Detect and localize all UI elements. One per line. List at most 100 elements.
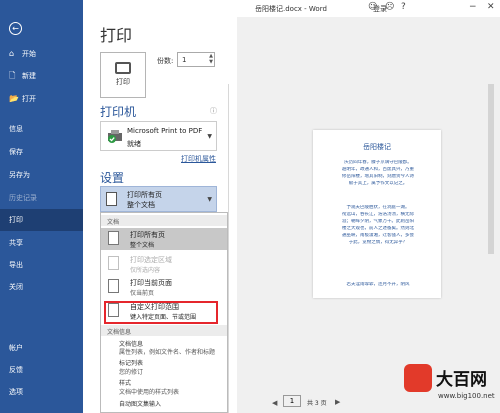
home-icon: ⌂ xyxy=(9,49,15,58)
copies-value: 1 xyxy=(182,56,187,64)
range-selected-label: 打印所有页 xyxy=(127,191,162,199)
spinner-arrows-icon[interactable]: ▲ ▼ xyxy=(209,53,213,65)
sidebar-item-label: 历史记录 xyxy=(9,194,37,202)
back-arrow-icon[interactable]: ← xyxy=(9,22,22,35)
copies-label: 份数: xyxy=(157,57,174,65)
sidebar-item-label: 信息 xyxy=(9,125,23,133)
smile-icon[interactable]: ☺ xyxy=(368,2,377,12)
menu-item-styles[interactable]: 样式 xyxy=(119,378,131,387)
help-icon[interactable]: ? xyxy=(401,2,406,12)
page-number-input[interactable]: 1 xyxy=(283,395,301,407)
preview-text-line: 修岳阳楼，增其旧制，刻唐贤今人诗 xyxy=(342,174,414,179)
chevron-down-icon: ▼ xyxy=(207,196,212,203)
sidebar-item-info[interactable]: 信息 xyxy=(0,118,83,140)
sidebar-item-label: 导出 xyxy=(9,261,23,269)
range-selected-description: 整个文档 xyxy=(127,201,155,209)
sidebar-item-label: 选项 xyxy=(9,388,23,396)
selection-icon xyxy=(108,256,119,270)
backstage-sidebar: ← ⌂ 开始 🗋 新建 📂 打开 信息 保存 另存为 历史记录 打印 共享 导出… xyxy=(0,0,83,413)
sidebar-item-export[interactable]: 导出 xyxy=(0,254,83,276)
title-bar: 岳阳楼记.docx - Word 登录 ☺ ☹ ? − ✕ xyxy=(83,0,500,17)
preview-text-line: 通巫峡，南极潇湘，迁客骚人，多会 xyxy=(342,233,414,238)
print-button-label: 打印 xyxy=(116,78,130,86)
page-title: 打印 xyxy=(100,26,133,45)
menu-item-label: 打印所有页 xyxy=(130,231,165,239)
preview-text-line: 若夫淫雨霏霏，连月不开，阴风 xyxy=(346,282,410,287)
menu-item-markup-list[interactable]: 标记列表 xyxy=(119,358,143,367)
sidebar-item-feedback[interactable]: 反馈 xyxy=(0,359,83,381)
sidebar-item-label: 关闭 xyxy=(9,283,23,291)
menu-item-description: 属性列表，例如文件名、作者和标题 xyxy=(119,349,216,356)
preview-text-line: 于此，览物之情，得无异乎？ xyxy=(348,240,408,245)
close-icon[interactable]: ✕ xyxy=(487,2,495,12)
print-range-dropdown[interactable]: 打印所有页 整个文档 ▼ xyxy=(100,186,217,212)
printer-name: Microsoft Print to PDF xyxy=(127,127,203,135)
frown-icon[interactable]: ☹ xyxy=(385,2,394,12)
sidebar-item-save[interactable]: 保存 xyxy=(0,141,83,163)
sidebar-item-save-as[interactable]: 另存为 xyxy=(0,164,83,186)
chevron-down-icon: ▼ xyxy=(207,133,212,140)
watermark-title: 大百网 xyxy=(436,370,487,390)
sidebar-item-share[interactable]: 共享 xyxy=(0,232,83,254)
menu-item-description: 您的修订 xyxy=(119,369,144,376)
sidebar-item-options[interactable]: 选项 xyxy=(0,381,83,403)
settings-heading: 设置 xyxy=(100,171,125,185)
preview-text-line: 楼之大观也，前人之述备矣。然则北 xyxy=(342,226,414,231)
preview-text-line: 衔远山，吞长江，浩浩汤汤，横无际 xyxy=(342,212,414,217)
watermark-logo-icon xyxy=(404,364,432,392)
preview-text-line: 涯；朝晖夕阴，气象万千。此则岳阳 xyxy=(342,219,414,224)
printer-dropdown[interactable]: Microsoft Print to PDF 就绪 ▼ xyxy=(100,121,217,151)
printer-heading: 打印机 xyxy=(100,105,137,119)
sidebar-item-label: 另存为 xyxy=(9,171,30,179)
menu-item-description: 仅所选内容 xyxy=(130,267,161,274)
preview-page-title: 岳阳楼记 xyxy=(363,143,391,151)
sidebar-item-new[interactable]: 🗋 新建 xyxy=(0,65,83,87)
menu-item-label: 打印选定区域 xyxy=(130,256,172,264)
sidebar-item-history[interactable]: 历史记录 xyxy=(0,187,83,209)
next-page-icon[interactable]: ▶ xyxy=(335,398,340,406)
printer-status: 就绪 xyxy=(127,140,141,148)
sidebar-item-label: 保存 xyxy=(9,148,23,156)
menu-item-print-current-page[interactable]: 打印当前页面 仅当前页 xyxy=(101,276,227,298)
sidebar-item-account[interactable]: 帐户 xyxy=(0,337,83,359)
preview-page: 岳阳楼记 庆历四年春，滕子京谪守巴陵郡。 越明年，政通人和，百废具兴，乃重 修岳… xyxy=(313,130,441,298)
sidebar-item-open[interactable]: 📂 打开 xyxy=(0,88,83,110)
divider xyxy=(228,84,229,413)
preview-text-line: 赋于其上，属予作文以记之。 xyxy=(348,181,408,186)
menu-item-autotext[interactable]: 自动图文集输入 xyxy=(119,399,161,408)
previous-page-icon[interactable]: ◀ xyxy=(272,399,277,407)
menu-item-description: 整个文档 xyxy=(130,242,155,249)
document-pages-icon xyxy=(106,192,117,206)
watermark: 大百网 www.big100.net xyxy=(402,362,500,413)
menu-item-description: 文档中使用的样式列表 xyxy=(119,389,180,396)
menu-item-print-selection[interactable]: 打印选定区域 仅所选内容 xyxy=(101,253,227,275)
folder-open-icon: 📂 xyxy=(9,94,19,103)
window-title: 岳阳楼记.docx - Word xyxy=(255,5,327,13)
highlight-box xyxy=(104,301,218,324)
printer-ready-icon xyxy=(108,130,122,143)
new-document-icon: 🗋 xyxy=(9,71,16,80)
copies-stepper[interactable]: 1 ▲ ▼ xyxy=(177,52,215,67)
sidebar-item-home[interactable]: ⌂ 开始 xyxy=(0,43,83,65)
preview-text-line: 庆历四年春，滕子京谪守巴陵郡。 xyxy=(344,160,412,165)
print-button[interactable]: 打印 xyxy=(100,52,146,98)
menu-item-print-all[interactable]: 打印所有页 整个文档 xyxy=(101,228,227,250)
watermark-url: www.big100.net xyxy=(438,392,495,400)
minimize-icon[interactable]: − xyxy=(469,2,477,12)
printer-properties-link[interactable]: 打印机属性 xyxy=(181,154,216,164)
page-total: 共 3 页 xyxy=(307,400,327,407)
preview-text-line: 予观夫巴陵胜状，在洞庭一湖。 xyxy=(346,205,410,210)
sidebar-item-label: 帐户 xyxy=(9,344,23,352)
sidebar-item-label: 开始 xyxy=(22,50,36,58)
sidebar-item-print[interactable]: 打印 xyxy=(0,209,83,231)
sidebar-item-label: 打印 xyxy=(9,216,23,224)
menu-item-description: 仅当前页 xyxy=(130,290,155,297)
all-pages-icon xyxy=(108,231,119,245)
current-page-icon xyxy=(108,279,119,293)
printer-icon xyxy=(115,62,131,74)
sidebar-item-label: 打开 xyxy=(22,95,36,103)
preview-scrollbar[interactable] xyxy=(488,84,494,254)
info-icon[interactable]: ⓘ xyxy=(210,106,217,116)
sidebar-item-label: 新建 xyxy=(22,72,36,80)
sidebar-item-close[interactable]: 关闭 xyxy=(0,276,83,298)
